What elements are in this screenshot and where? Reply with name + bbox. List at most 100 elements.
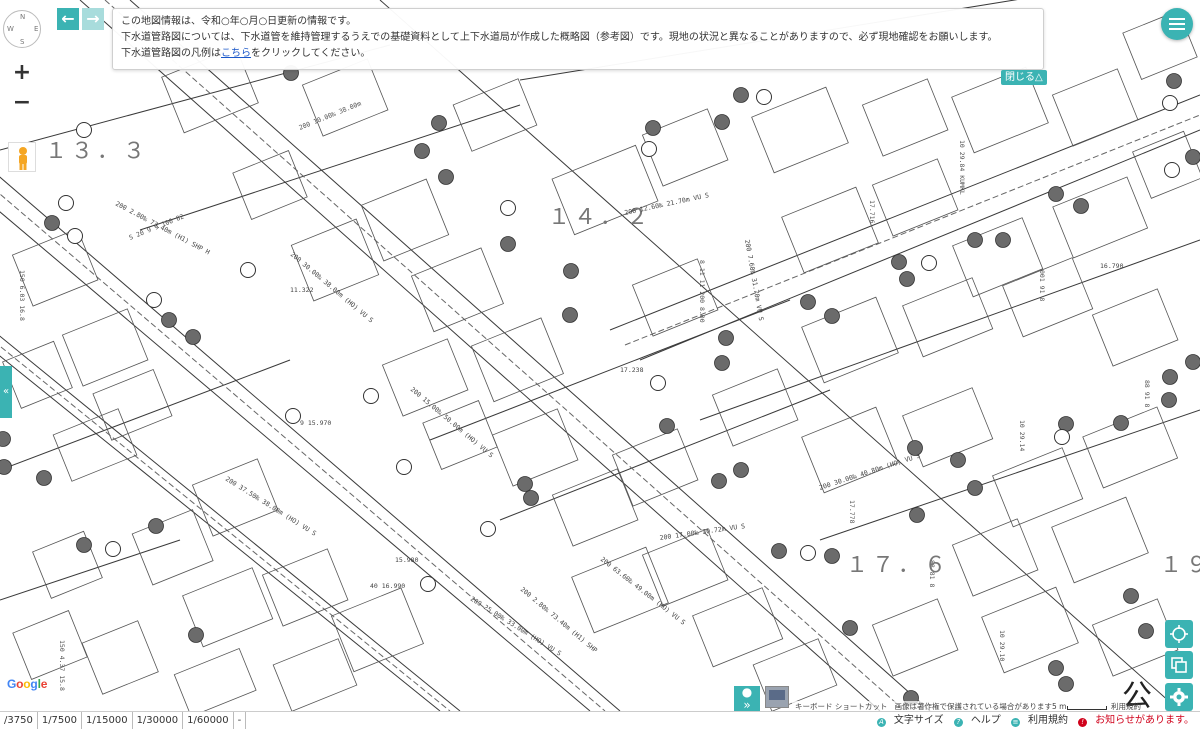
sewer-map[interactable]: S 20 9 9 100 82 200 10.00‰ 38.00m 8 11 1… <box>0 0 1200 711</box>
manhole-marker-open[interactable] <box>240 262 256 278</box>
manhole-marker[interactable] <box>711 473 727 489</box>
manhole-marker[interactable] <box>161 312 177 328</box>
manhole-marker-open[interactable] <box>67 228 83 244</box>
keyboard-shortcut-link[interactable]: キーボード ショートカット <box>795 702 887 711</box>
scale-option[interactable]: 1/7500 <box>38 712 83 729</box>
manhole-marker[interactable] <box>714 355 730 371</box>
manhole-marker[interactable] <box>733 462 749 478</box>
svg-text:17.716: 17.716 <box>868 200 876 224</box>
manhole-marker[interactable] <box>76 537 92 553</box>
manhole-marker-open[interactable] <box>396 459 412 475</box>
manhole-marker[interactable] <box>500 236 516 252</box>
manhole-marker[interactable] <box>431 115 447 131</box>
manhole-marker-open[interactable] <box>420 576 436 592</box>
map-type-thumbnail[interactable] <box>765 686 789 708</box>
manhole-marker[interactable] <box>562 307 578 323</box>
scale-option[interactable]: - <box>234 712 247 729</box>
manhole-marker[interactable] <box>950 452 966 468</box>
manhole-marker-open[interactable] <box>76 122 92 138</box>
manhole-marker-open[interactable] <box>921 255 937 271</box>
manhole-marker[interactable] <box>1048 660 1064 676</box>
manhole-marker[interactable] <box>1113 415 1129 431</box>
manhole-marker-open[interactable] <box>1054 429 1070 445</box>
manhole-marker[interactable] <box>1073 198 1089 214</box>
manhole-marker[interactable] <box>995 232 1011 248</box>
manhole-marker-open[interactable] <box>500 200 516 216</box>
manhole-marker[interactable] <box>891 254 907 270</box>
scale-option[interactable]: 1/30000 <box>133 712 184 729</box>
manhole-marker[interactable] <box>1185 149 1200 165</box>
manhole-marker-open[interactable] <box>480 521 496 537</box>
manhole-marker-open[interactable] <box>641 141 657 157</box>
manhole-marker[interactable] <box>0 431 11 447</box>
manhole-marker-open[interactable] <box>146 292 162 308</box>
manhole-marker-open[interactable] <box>1164 162 1180 178</box>
manhole-marker[interactable] <box>907 440 923 456</box>
manhole-marker[interactable] <box>824 308 840 324</box>
manhole-marker-open[interactable] <box>800 545 816 561</box>
manhole-marker[interactable] <box>842 620 858 636</box>
manhole-marker-open[interactable] <box>285 408 301 424</box>
zoom-out-button[interactable]: − <box>8 90 36 118</box>
manhole-marker-open[interactable] <box>756 89 772 105</box>
manhole-marker[interactable] <box>1138 623 1154 639</box>
manhole-marker-open[interactable] <box>363 388 379 404</box>
manhole-marker[interactable] <box>659 418 675 434</box>
notification-link[interactable]: ! お知らせがあります。 <box>1078 715 1194 727</box>
manhole-marker-open[interactable] <box>1162 95 1178 111</box>
forward-arrow-icon[interactable]: → <box>82 8 104 30</box>
manhole-marker-open[interactable] <box>105 541 121 557</box>
manhole-marker[interactable] <box>188 627 204 643</box>
manhole-marker[interactable] <box>967 232 983 248</box>
manhole-marker[interactable] <box>563 263 579 279</box>
terms-link[interactable]: ≡ 利用規約 <box>1011 715 1068 727</box>
manhole-marker[interactable] <box>0 459 12 475</box>
font-size-link[interactable]: A 文字サイズ <box>876 715 944 727</box>
manhole-marker[interactable] <box>1123 588 1139 604</box>
manhole-marker[interactable] <box>824 548 840 564</box>
manhole-marker[interactable] <box>523 490 539 506</box>
layer-panel-toggle-icon[interactable]: ●» <box>734 686 760 712</box>
manhole-marker[interactable] <box>909 507 925 523</box>
manhole-marker[interactable] <box>733 87 749 103</box>
side-panel-toggle[interactable]: « <box>0 366 12 418</box>
manhole-marker[interactable] <box>718 330 734 346</box>
street-view-pegman-icon[interactable] <box>8 142 36 172</box>
scale-option[interactable]: 1/15000 <box>82 712 133 729</box>
scale-option[interactable]: /3750 <box>0 712 38 729</box>
manhole-marker[interactable] <box>771 543 787 559</box>
manhole-marker[interactable] <box>1162 369 1178 385</box>
legend-link[interactable]: こちら <box>221 48 251 59</box>
manhole-marker[interactable] <box>44 215 60 231</box>
map-canvas[interactable]: S 20 9 9 100 82 200 10.00‰ 38.00m 8 11 1… <box>0 0 1200 711</box>
close-notice-button[interactable]: 閉じる△ <box>1001 70 1047 85</box>
manhole-marker[interactable] <box>1161 392 1177 408</box>
manhole-marker[interactable] <box>714 114 730 130</box>
manhole-marker[interactable] <box>1185 354 1200 370</box>
zoom-in-button[interactable]: + <box>8 60 36 88</box>
back-arrow-icon[interactable]: ← <box>57 8 79 30</box>
manhole-marker-open[interactable] <box>650 375 666 391</box>
manhole-marker[interactable] <box>967 480 983 496</box>
manhole-marker[interactable] <box>414 143 430 159</box>
manhole-marker[interactable] <box>438 169 454 185</box>
manhole-marker[interactable] <box>1166 73 1182 89</box>
help-link[interactable]: ? ヘルプ <box>953 715 1001 727</box>
manhole-marker-open[interactable] <box>58 195 74 211</box>
manhole-marker[interactable] <box>148 518 164 534</box>
compass-control[interactable]: N S E W <box>3 10 41 48</box>
manhole-marker[interactable] <box>36 470 52 486</box>
settings-gear-icon[interactable] <box>1165 683 1193 711</box>
manhole-marker[interactable] <box>800 294 816 310</box>
manhole-marker[interactable] <box>185 329 201 345</box>
manhole-marker[interactable] <box>517 476 533 492</box>
layers-copy-icon[interactable] <box>1165 651 1193 679</box>
current-location-icon[interactable] <box>1165 620 1193 648</box>
manhole-marker[interactable] <box>1048 186 1064 202</box>
manhole-marker[interactable] <box>645 120 661 136</box>
manhole-marker[interactable] <box>1058 676 1074 692</box>
help-icon: ? <box>953 718 963 727</box>
menu-hamburger-icon[interactable] <box>1161 8 1193 40</box>
scale-option[interactable]: 1/60000 <box>183 712 234 729</box>
manhole-marker[interactable] <box>899 271 915 287</box>
